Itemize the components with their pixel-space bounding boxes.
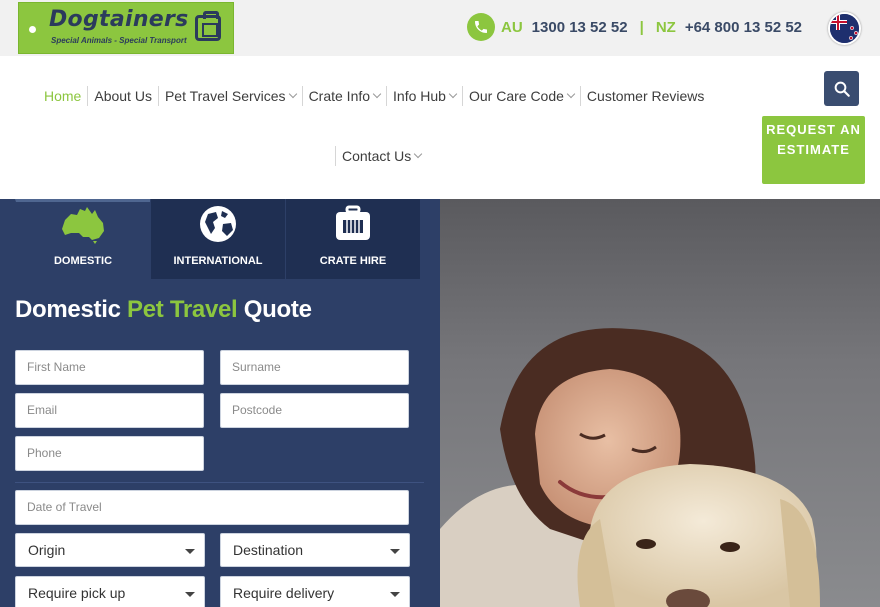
search-icon — [834, 81, 850, 97]
dropdown-arrow-icon — [390, 592, 400, 597]
phone-au-label: AU — [501, 18, 523, 36]
form-divider — [15, 482, 424, 483]
quote-panel: DOMESTIC INTERNATIONAL CRATE HIRE Domest… — [0, 199, 440, 607]
dropdown-arrow-icon — [185, 592, 195, 597]
quote-tabs: DOMESTIC INTERNATIONAL CRATE HIRE — [15, 199, 420, 279]
chevron-down-icon — [288, 89, 297, 99]
pickup-select[interactable]: Require pick up — [15, 576, 205, 607]
tab-domestic[interactable]: DOMESTIC — [15, 199, 150, 279]
nav-item-contact-us[interactable]: Contact Us — [335, 146, 427, 166]
search-button[interactable] — [824, 71, 859, 106]
quote-title-part3: Quote — [243, 296, 312, 323]
phone-icon — [467, 13, 495, 41]
nav-item-label: Home — [44, 88, 82, 104]
logo-brand: Dogtainers — [49, 7, 189, 32]
date-of-travel-field[interactable]: Date of Travel — [15, 490, 409, 525]
phone-nz-number[interactable]: +64 800 13 52 52 — [685, 19, 802, 36]
phone-au-number[interactable]: 1300 13 52 52 — [532, 19, 628, 36]
tab-domestic-label: DOMESTIC — [53, 255, 113, 267]
quote-title-part2: Pet Travel — [127, 296, 238, 323]
tab-crate-hire[interactable]: CRATE HIRE — [285, 199, 420, 279]
nav-item-label: Customer Reviews — [586, 88, 705, 104]
nav-item-label: Our Care Code — [468, 88, 564, 104]
nav-item-label: About Us — [94, 88, 152, 104]
email-field[interactable]: Email — [15, 393, 204, 428]
phone-field[interactable]: Phone — [15, 436, 204, 471]
quote-title-part1: Domestic — [15, 296, 121, 323]
logo-tag-hole — [29, 26, 36, 33]
nav-item-label: Contact Us — [342, 148, 412, 164]
request-estimate-button[interactable]: REQUEST AN ESTIMATE — [762, 116, 865, 184]
nav-row-1: Home About Us Pet Travel Services Crate … — [38, 86, 710, 106]
nav-item-pet-travel-services[interactable]: Pet Travel Services — [157, 86, 302, 106]
origin-select-value: Origin — [28, 542, 66, 558]
tab-international[interactable]: INTERNATIONAL — [150, 199, 285, 279]
hero-illustration — [440, 328, 820, 607]
phone-nz-label: NZ — [655, 18, 676, 36]
surname-field[interactable]: Surname — [220, 350, 409, 385]
delivery-select-value: Require delivery — [233, 585, 335, 601]
dogtainers-logo[interactable]: Dogtainers Special Animals - Special Tra… — [18, 2, 234, 54]
pickup-select-value: Require pick up — [28, 585, 126, 601]
logo-tagline: Special Animals - Special Transport — [51, 36, 187, 45]
pet-crate-icon — [333, 204, 373, 247]
tab-crate-hire-label: CRATE HIRE — [319, 255, 387, 267]
nav-item-label: Pet Travel Services — [164, 88, 286, 104]
dropdown-arrow-icon — [390, 549, 400, 554]
nav-item-customer-reviews[interactable]: Customer Reviews — [579, 86, 710, 106]
globe-icon — [198, 204, 238, 247]
destination-select-value: Destination — [233, 542, 304, 558]
postcode-field[interactable]: Postcode — [220, 393, 409, 428]
nav-item-label: Crate Info — [308, 88, 371, 104]
chevron-down-icon — [414, 149, 423, 159]
nav-item-home[interactable]: Home — [38, 86, 87, 106]
top-bar: Dogtainers Special Animals - Special Tra… — [0, 0, 880, 56]
tab-international-label: INTERNATIONAL — [173, 255, 263, 267]
chevron-down-icon — [448, 89, 458, 99]
chevron-down-icon — [372, 89, 382, 99]
dropdown-arrow-icon — [185, 549, 195, 554]
destination-select[interactable]: Destination — [220, 533, 410, 567]
phone-numbers: AU 1300 13 52 52 | NZ +64 800 13 52 52 — [467, 12, 802, 42]
origin-select[interactable]: Origin — [15, 533, 205, 567]
quote-title: Domestic Pet Travel Quote — [15, 296, 312, 324]
crate-icon — [195, 11, 221, 41]
main-navigation: Home About Us Pet Travel Services Crate … — [0, 56, 880, 199]
nav-item-crate-info[interactable]: Crate Info — [301, 86, 386, 106]
phone-separator: | — [639, 18, 644, 36]
first-name-field[interactable]: First Name — [15, 350, 204, 385]
nav-item-about-us[interactable]: About Us — [87, 86, 158, 106]
australia-map-icon — [59, 204, 107, 247]
nav-item-info-hub[interactable]: Info Hub — [386, 86, 462, 106]
nz-flag-icon[interactable] — [828, 12, 861, 45]
delivery-select[interactable]: Require delivery — [220, 576, 410, 607]
chevron-down-icon — [566, 89, 576, 99]
nav-item-our-care-code[interactable]: Our Care Code — [461, 86, 580, 106]
nav-row-2: Contact Us — [335, 146, 427, 166]
hero-photo — [440, 199, 880, 607]
nav-item-label: Info Hub — [393, 88, 446, 104]
